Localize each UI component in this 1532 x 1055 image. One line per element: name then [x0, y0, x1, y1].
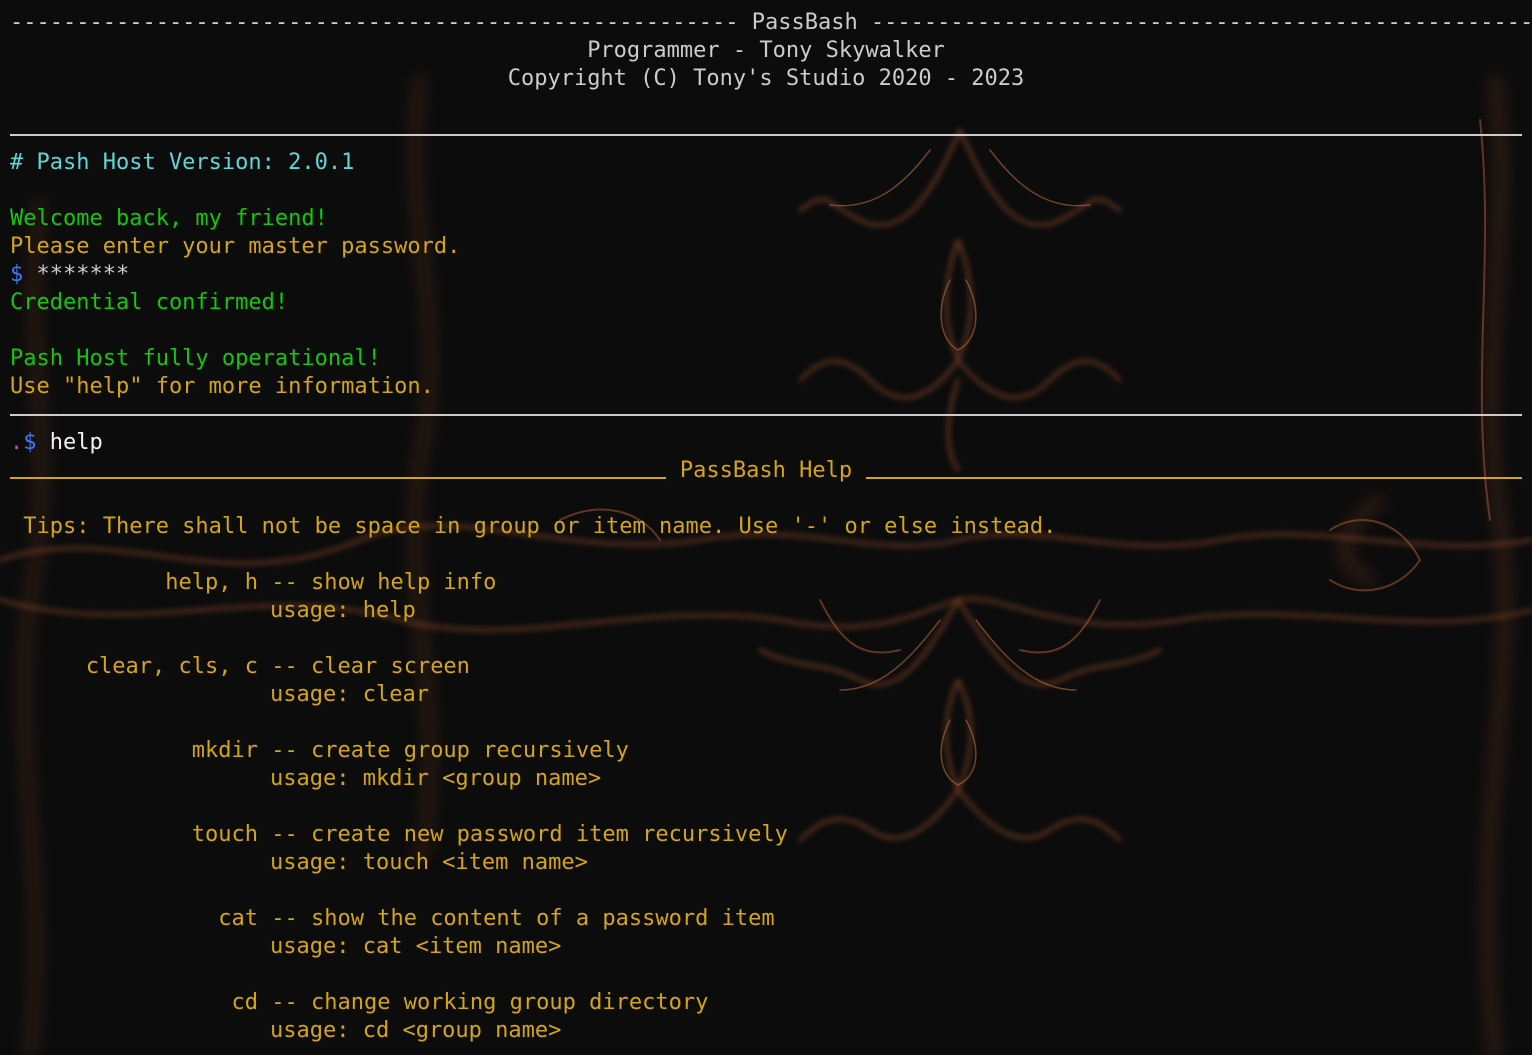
help-command-item: mkdir -- create group recursively usage:… [10, 737, 1522, 821]
command-description: create group recursively [310, 738, 629, 763]
welcome-line: Welcome back, my friend! [10, 206, 328, 231]
command-usage: usage: clear [270, 682, 429, 707]
command-names: cd [231, 990, 259, 1015]
command-input-line[interactable]: .$ help [10, 429, 1522, 457]
banner-line: ----------------------------------------… [10, 10, 1532, 35]
command-usage: usage: touch <item name> [270, 850, 588, 875]
cwd-dot: . [10, 430, 24, 455]
help-title-divider: PassBash Help [10, 457, 1522, 485]
command-usage: usage: cd <group name> [270, 1018, 562, 1043]
prompt-symbol: $ [23, 430, 37, 455]
command-description: show help info [310, 570, 497, 595]
divider-right [866, 477, 1522, 479]
command-row: help, h -- show help info [10, 569, 1522, 597]
help-command-item: cat -- show the content of a password it… [10, 905, 1522, 989]
command-usage: usage: cat <item name> [270, 934, 562, 959]
command-description: clear screen [310, 654, 470, 679]
command-names: mkdir [191, 738, 258, 763]
command-description: change working group directory [310, 990, 709, 1015]
version-line: # Pash Host Version: 2.0.1 [10, 150, 355, 175]
divider [10, 401, 1522, 429]
divider-left [10, 477, 666, 479]
help-command-item: help, h -- show help info usage: help [10, 569, 1522, 653]
terminal-output: ----------------------------------------… [10, 9, 1532, 1045]
help-command-list: help, h -- show help info usage: help cl… [10, 569, 1522, 1045]
command-description: show the content of a password item [310, 906, 775, 931]
help-title: PassBash Help [679, 458, 853, 483]
copyright-line: Copyright (C) Tony's Studio 2020 - 2023 [507, 66, 1025, 91]
command-input[interactable]: help [50, 430, 103, 455]
command-row: mkdir -- create group recursively [10, 737, 1522, 765]
command-separator: -- [258, 654, 311, 679]
help-command-item: cd -- change working group directory usa… [10, 989, 1522, 1045]
command-separator: -- [258, 570, 311, 595]
terminal-window[interactable]: ----------------------------------------… [0, 0, 1532, 1055]
command-separator: -- [258, 906, 311, 931]
command-row: touch -- create new password item recurs… [10, 821, 1522, 849]
hint-line: Use "help" for more information. [10, 374, 434, 399]
help-command-item: touch -- create new password item recurs… [10, 821, 1522, 905]
command-names: clear, cls, c [85, 654, 258, 679]
command-separator: -- [258, 822, 311, 847]
command-description: create new password item recursively [310, 822, 788, 847]
credential-confirmed-line: Credential confirmed! [10, 290, 289, 315]
command-usage: usage: help [270, 598, 416, 623]
help-command-item: clear, cls, c -- clear screen usage: cle… [10, 653, 1522, 737]
command-row: cat -- show the content of a password it… [10, 905, 1522, 933]
command-separator: -- [258, 738, 311, 763]
command-row: cd -- change working group directory [10, 989, 1522, 1017]
operational-line: Pash Host fully operational! [10, 346, 381, 371]
masked-password: ******* [36, 262, 130, 287]
password-request-line: Please enter your master password. [10, 234, 461, 259]
command-names: touch [191, 822, 258, 847]
password-input-line: $ ******* [10, 261, 1522, 289]
prompt-symbol: $ [10, 262, 24, 287]
command-names: cat [218, 906, 258, 931]
command-names: help, h [165, 570, 258, 595]
command-separator: -- [258, 990, 311, 1015]
help-tips: Tips: There shall not be space in group … [10, 514, 1057, 539]
programmer-line: Programmer - Tony Skywalker [587, 38, 945, 63]
command-usage: usage: mkdir <group name> [270, 766, 602, 791]
command-row: clear, cls, c -- clear screen [10, 653, 1522, 681]
divider [10, 121, 1522, 149]
